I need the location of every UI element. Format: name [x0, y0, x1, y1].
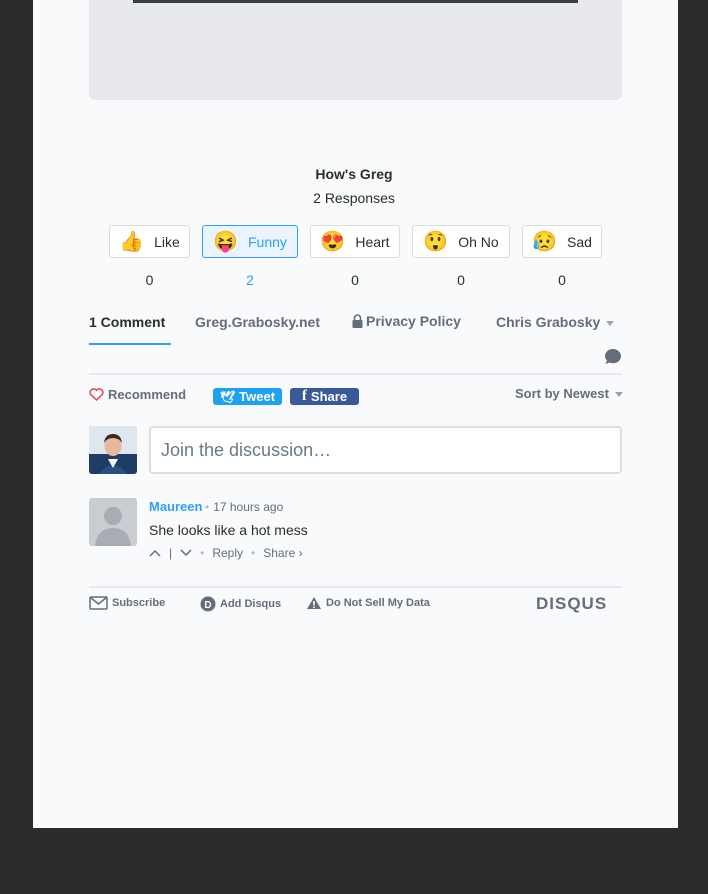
- reactions-count: 2 Responses: [313, 190, 395, 206]
- disqus-d-icon: D: [200, 596, 216, 612]
- reaction-sad-button[interactable]: 😥 Sad: [522, 225, 602, 258]
- lock-icon: [352, 314, 363, 328]
- meta-separator: •: [205, 500, 210, 514]
- community-link[interactable]: Greg.Grabosky.net: [195, 314, 320, 330]
- privacy-policy-label: Privacy Policy: [366, 313, 461, 329]
- add-disqus-label: Add Disqus: [220, 598, 282, 610]
- user-menu[interactable]: Chris Grabosky: [496, 314, 615, 330]
- vote-separator: |: [169, 546, 173, 560]
- comment-actions: | • Reply • Share ›: [149, 546, 303, 560]
- laughing-face-icon: 😝: [213, 230, 238, 253]
- do-not-sell-link[interactable]: Do Not Sell My Data: [306, 596, 430, 610]
- user-name: Chris Grabosky: [496, 314, 601, 330]
- post-image-frame: [89, 0, 622, 100]
- facebook-share-label: Share: [310, 389, 348, 404]
- nav-divider: [89, 373, 622, 375]
- share-link[interactable]: Share ›: [263, 546, 302, 560]
- do-not-sell-label: Do Not Sell My Data: [326, 597, 430, 609]
- sort-dropdown[interactable]: Sort by Newest: [515, 386, 623, 401]
- facebook-icon: f: [301, 388, 307, 404]
- tweet-button[interactable]: 🕊 Tweet: [213, 388, 282, 405]
- tab-comments[interactable]: 1 Comment: [89, 314, 165, 330]
- active-tab-indicator: [89, 343, 171, 345]
- reaction-heart-count: 0: [351, 272, 359, 288]
- subscribe-label: Subscribe: [112, 597, 166, 609]
- surprised-face-icon: 😲: [423, 230, 449, 253]
- facebook-share-button[interactable]: f Share: [290, 388, 359, 405]
- comment-author[interactable]: Maureen: [149, 499, 202, 514]
- action-separator: •: [251, 546, 256, 560]
- comments-panel: [33, 0, 678, 828]
- upvote-icon[interactable]: [149, 549, 161, 557]
- reaction-like-button[interactable]: 👍 Like: [109, 225, 190, 258]
- thumbs-up-icon: 👍: [119, 230, 145, 253]
- recommend-label: Recommend: [108, 387, 187, 402]
- reaction-like-count: 0: [145, 272, 154, 288]
- avatar[interactable]: [89, 498, 137, 546]
- envelope-icon: [89, 596, 108, 610]
- notification-bubble-icon[interactable]: [604, 348, 622, 365]
- recommend-button[interactable]: Recommend: [89, 387, 186, 402]
- privacy-policy-link[interactable]: Privacy Policy: [352, 313, 461, 329]
- action-separator: •: [200, 546, 205, 560]
- post-image: [133, 0, 578, 3]
- reaction-oh-no-button[interactable]: 😲 Oh No: [412, 225, 510, 258]
- comment-input-placeholder: Join the discussion…: [161, 440, 332, 460]
- svg-text:D: D: [204, 600, 211, 611]
- sort-label: Sort by Newest: [515, 386, 609, 401]
- reply-link[interactable]: Reply: [212, 546, 243, 560]
- default-avatar-icon: [89, 498, 137, 546]
- comment-input[interactable]: Join the discussion…: [149, 426, 622, 474]
- reaction-label: Like: [154, 233, 180, 250]
- warning-icon: [307, 597, 321, 609]
- reaction-label: Heart: [355, 233, 390, 250]
- user-avatar[interactable]: [89, 426, 137, 474]
- footer-divider: [89, 586, 622, 588]
- sad-face-icon: 😥: [532, 230, 557, 253]
- reaction-oh-no-count: 0: [457, 272, 465, 288]
- reactions-title: How's Greg: [315, 166, 393, 182]
- chevron-down-icon: [606, 320, 615, 326]
- downvote-icon[interactable]: [180, 549, 192, 557]
- reaction-funny-count: 2: [246, 272, 254, 288]
- reaction-funny-button[interactable]: 😝 Funny: [202, 225, 298, 258]
- comment-timestamp[interactable]: • 17 hours ago: [205, 500, 283, 514]
- subscribe-link[interactable]: Subscribe: [89, 596, 165, 610]
- reaction-heart-button[interactable]: 😍 Heart: [310, 225, 400, 258]
- heart-eyes-icon: 😍: [320, 230, 346, 253]
- comment-text: She looks like a hot mess: [149, 522, 308, 538]
- disqus-logo[interactable]: DISQUS: [536, 594, 607, 614]
- add-disqus-link[interactable]: D Add Disqus: [200, 596, 281, 612]
- reaction-sad-count: 0: [558, 272, 566, 288]
- reaction-label: Oh No: [458, 233, 499, 250]
- heart-icon: [89, 388, 104, 401]
- reaction-label: Funny: [247, 233, 287, 250]
- reaction-label: Sad: [566, 233, 592, 250]
- twitter-bird-icon: 🕊: [219, 389, 236, 404]
- tweet-label: Tweet: [239, 389, 276, 404]
- comment-time: 17 hours ago: [213, 500, 284, 514]
- chevron-down-icon: [614, 392, 623, 398]
